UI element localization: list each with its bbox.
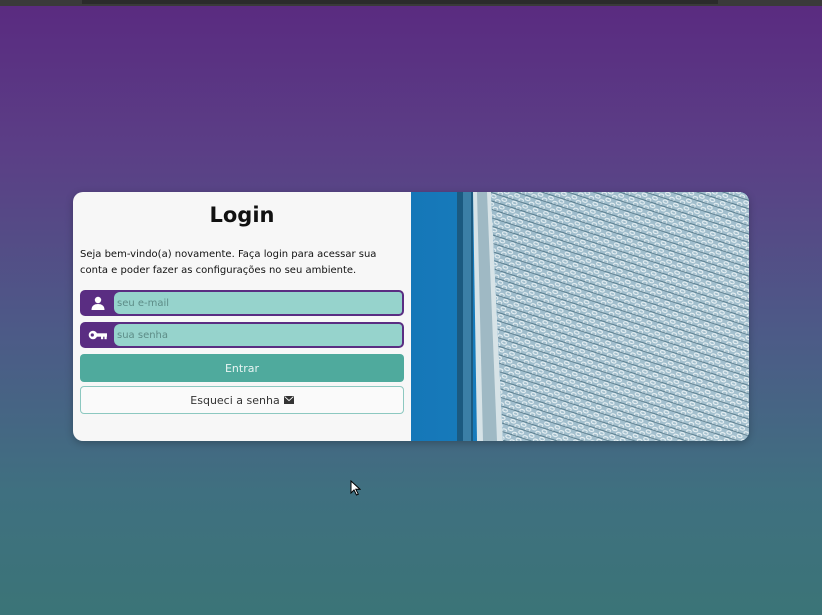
password-input[interactable]: [114, 324, 402, 346]
password-field-group: [80, 322, 404, 348]
building-facade-image: [411, 192, 749, 441]
mouse-cursor: [350, 479, 362, 500]
login-button[interactable]: Entrar: [80, 354, 404, 382]
login-card: Login Seja bem-vindo(a) novamente. Faça …: [73, 192, 749, 441]
welcome-text: Seja bem-vindo(a) novamente. Faça login …: [80, 249, 377, 276]
envelope-icon: [283, 394, 294, 407]
forgot-password-button[interactable]: Esqueci a senha: [80, 386, 404, 414]
email-input[interactable]: [114, 292, 402, 314]
page-title: Login: [209, 203, 275, 227]
user-icon: [82, 292, 114, 314]
forgot-password-label: Esqueci a senha: [190, 393, 280, 407]
top-bar: [82, 0, 718, 4]
key-icon: [82, 324, 114, 346]
login-form-panel: Login Seja bem-vindo(a) novamente. Faça …: [73, 192, 411, 441]
email-field-group: [80, 290, 404, 316]
top-strip: [0, 0, 822, 6]
